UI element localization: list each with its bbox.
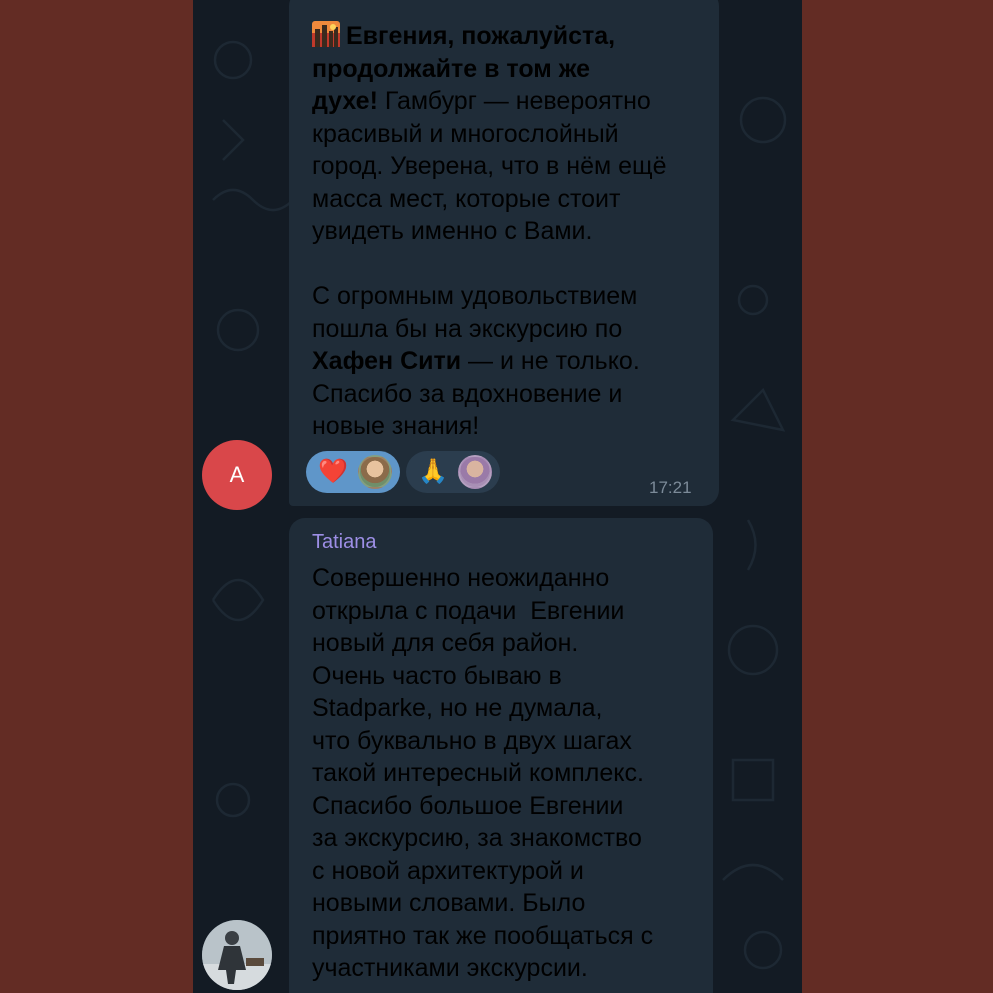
city-sunset-emoji-icon: [312, 21, 340, 47]
message-text-1: Евгения, пожалуйста, продолжайте в том ж…: [312, 20, 667, 443]
message-bold-text: продолжайте в том же: [312, 54, 591, 83]
reactor-avatar: [358, 455, 392, 489]
message-line: красивый и многослойный: [312, 119, 619, 148]
avatar[interactable]: A: [202, 440, 272, 510]
message-text-2: Совершенно неожиданно открыла с подачи Е…: [312, 562, 653, 985]
message-line: новые знания!: [312, 412, 480, 440]
reaction-heart[interactable]: ❤️: [306, 451, 400, 493]
message-line: город. Уверена, что в нём ещё: [312, 152, 667, 180]
message-line: С огромным удовольствием: [312, 282, 638, 310]
statue-photo-icon: [202, 920, 272, 990]
message-line: Совершенно неожиданно: [312, 564, 610, 592]
message-bold-text: Евгения, пожалуйста,: [346, 22, 616, 50]
message-time: 17:21: [649, 478, 692, 497]
folded-hands-emoji-icon: 🙏: [418, 458, 448, 485]
avatar-letter: A: [229, 462, 245, 487]
message-bold-text: духе!: [312, 87, 378, 115]
message-line: открыла с подачи Евгении: [312, 596, 625, 625]
message-line: такой интересный комплекс.: [312, 759, 644, 787]
message-line: увидеть именно с Вами.: [312, 217, 593, 245]
message-line: пошла бы на экскурсию по: [312, 314, 623, 343]
message-line: с новой архитектурой и: [312, 856, 584, 885]
message-author[interactable]: Tatiana: [312, 531, 377, 554]
message-line: Спасибо за вдохновение и: [312, 379, 623, 408]
message-bold-text: Хафен Сити: [312, 347, 462, 375]
message-line: Гамбург — невероятно: [377, 87, 651, 115]
message-line: — и не только.: [461, 347, 640, 375]
reactor-avatar: [458, 455, 492, 489]
heart-emoji-icon: ❤️: [318, 458, 348, 485]
reaction-folded-hands[interactable]: 🙏: [406, 451, 500, 493]
chat-screen[interactable]: Евгения, пожалуйста, продолжайте в том ж…: [193, 0, 802, 993]
avatar[interactable]: [202, 920, 272, 990]
message-line: новый для себя район.: [312, 629, 579, 657]
message-line: Stadparke, но не думала,: [312, 694, 603, 722]
message-line: за экскурсию, за знакомство: [312, 824, 642, 852]
message-line: что буквально в двух шагах: [312, 726, 632, 755]
message-line: Очень часто бываю в: [312, 661, 562, 690]
message-line: участниками экскурсии.: [312, 954, 588, 982]
message-line: масса мест, которые стоит: [312, 184, 621, 213]
message-line: приятно так же пообщаться с: [312, 921, 654, 950]
message-line: новыми словами. Было: [312, 889, 586, 917]
message-line: Спасибо большое Евгении: [312, 791, 624, 820]
